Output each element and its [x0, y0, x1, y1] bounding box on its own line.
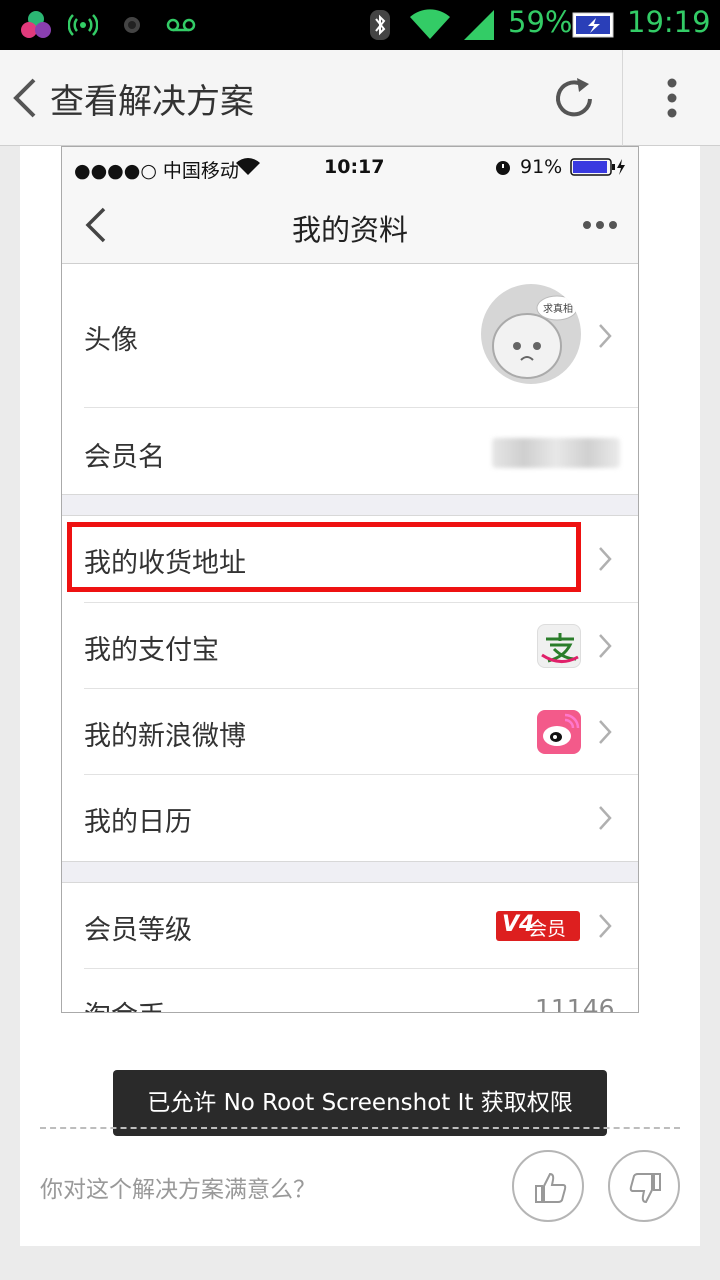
row-label: 淘金币: [84, 994, 165, 1012]
app-bar: 查看解决方案: [0, 50, 720, 146]
chevron-right-icon: [599, 634, 612, 658]
chevron-right-icon: [599, 547, 612, 571]
thumbs-down-icon: [629, 1173, 661, 1204]
section-gap: [62, 861, 638, 883]
list-item-weibo[interactable]: 我的新浪微博: [62, 689, 638, 775]
refresh-icon[interactable]: [551, 76, 597, 122]
feedback-question: 你对这个解决方案满意么？: [40, 1177, 316, 1203]
record-dot-icon: [122, 10, 142, 40]
list-item-member-level[interactable]: 会员等级 V4 会员: [62, 883, 638, 969]
bluetooth-icon: [370, 10, 390, 40]
wifi-icon: [408, 9, 452, 40]
ios-carrier: ●●●●○ 中国移动: [74, 160, 239, 182]
status-bar: 59% 19:19: [0, 0, 720, 50]
list-item-member-name[interactable]: 会员名: [62, 408, 638, 494]
cell-signal-icon: [462, 10, 496, 40]
clock: 19:19: [627, 5, 711, 39]
signal-broadcast-icon: [68, 10, 98, 40]
ios-nav-bar: 我的资料: [62, 187, 638, 264]
list-item-avatar[interactable]: 头像 求真相: [62, 264, 638, 407]
chevron-right-icon: [599, 324, 612, 348]
ios-battery-icon: [570, 158, 625, 176]
back-arrow-icon[interactable]: [10, 76, 40, 120]
vip-badge: V4 会员: [496, 911, 580, 941]
highlight-box: [67, 522, 581, 592]
ios-wifi-icon: [236, 158, 260, 175]
ios-time: 10:17: [324, 156, 385, 178]
ios-more-icon[interactable]: [582, 217, 618, 233]
thumbs-up-icon: [535, 1172, 567, 1203]
taojinbi-value: 11146: [535, 994, 615, 1013]
app-notification-icon: [20, 10, 52, 40]
thumbs-down-button[interactable]: [608, 1150, 680, 1222]
vip-label: 会员: [528, 918, 567, 940]
overflow-menu-icon[interactable]: [664, 78, 680, 118]
row-label: 我的日历: [84, 807, 192, 838]
list-item-taojinbi[interactable]: 淘金币 11146: [62, 969, 638, 1013]
weibo-icon: [537, 710, 581, 754]
list-item-alipay[interactable]: 我的支付宝: [62, 603, 638, 689]
chevron-right-icon: [599, 720, 612, 744]
dashed-divider: [40, 1127, 680, 1129]
ios-page-title: 我的资料: [291, 213, 408, 247]
list-item-calendar[interactable]: 我的日历: [62, 775, 638, 861]
voicemail-icon: [166, 10, 196, 40]
row-label: 头像: [84, 325, 138, 356]
row-label: 会员等级: [84, 915, 192, 946]
alarm-icon: [496, 161, 510, 175]
row-label: 会员名: [84, 442, 165, 473]
blurred-member-name: [492, 438, 620, 468]
battery-percent: 59%: [508, 5, 573, 39]
section-gap: [62, 494, 638, 516]
chevron-right-icon: [599, 914, 612, 938]
thumbs-up-button[interactable]: [512, 1150, 584, 1222]
ios-status-bar: ●●●●○ 中国移动 10:17 91%: [62, 147, 638, 187]
chevron-right-icon: [599, 806, 612, 830]
divider: [622, 50, 623, 146]
avatar: 求真相: [481, 284, 581, 384]
ios-battery-percent: 91%: [520, 156, 563, 178]
row-label: 我的新浪微博: [84, 721, 246, 752]
battery-icon: [572, 10, 616, 40]
avatar-caption: 求真相: [543, 302, 573, 315]
page-title: 查看解决方案: [50, 82, 254, 122]
alipay-icon: [537, 624, 581, 668]
row-label: 我的支付宝: [84, 635, 219, 666]
